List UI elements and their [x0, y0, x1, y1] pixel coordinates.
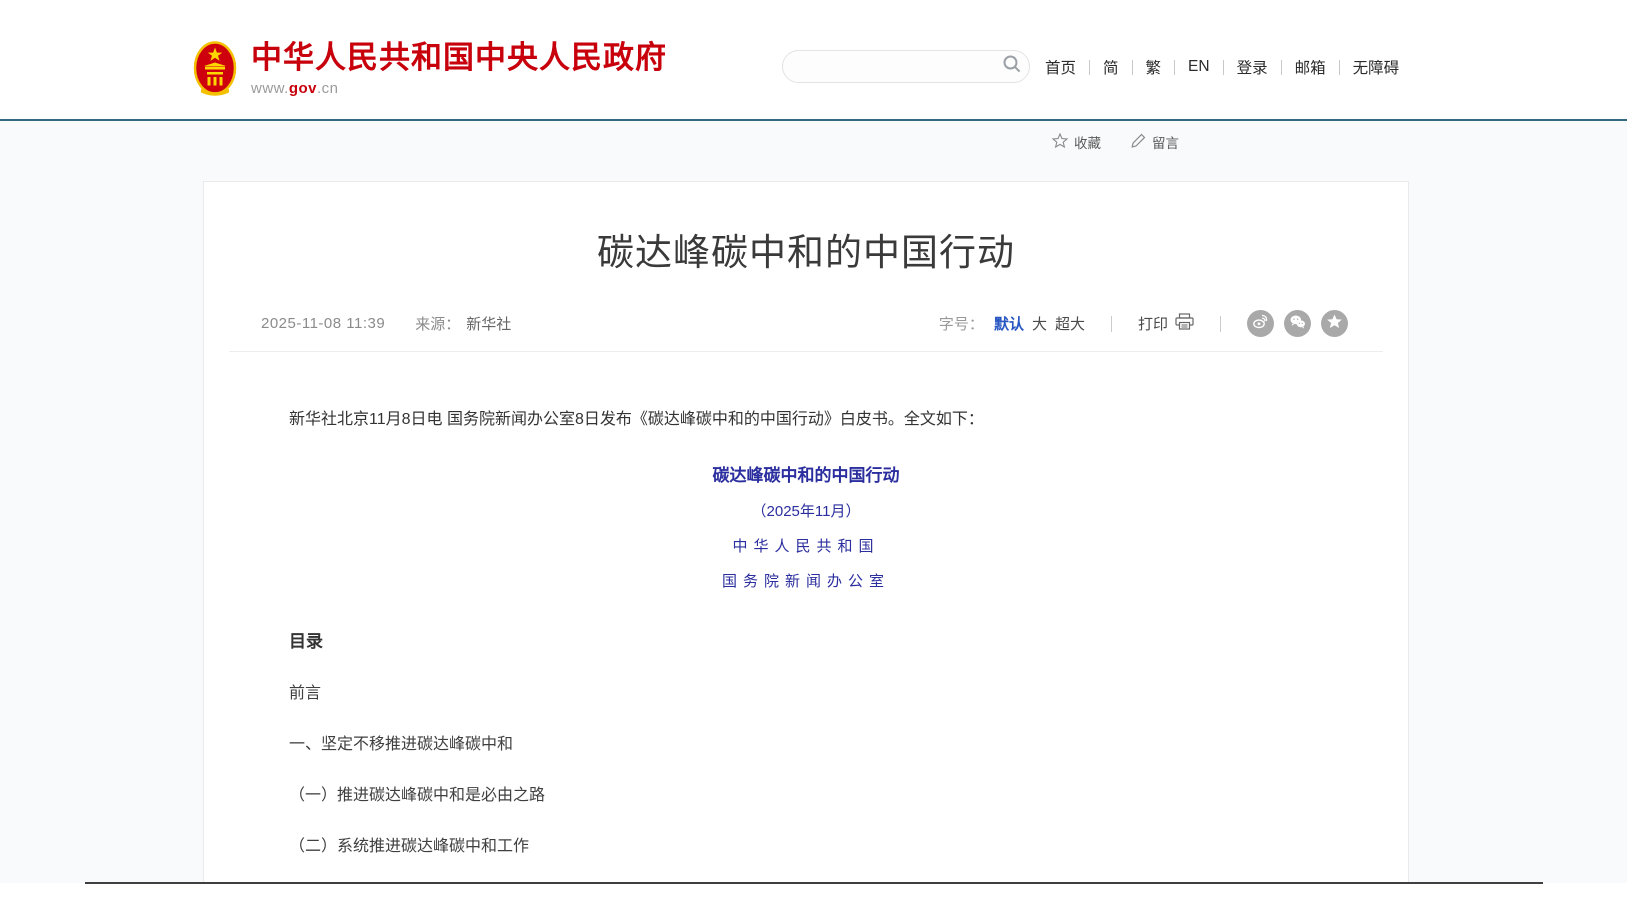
site-title: 中华人民共和国中央人民政府: [251, 40, 667, 76]
page: 中华人民共和国中央人民政府 www.gov.cn 首页 简 繁 EN 登录 邮箱: [0, 0, 1627, 915]
search-input[interactable]: [783, 59, 995, 75]
article-tools: 字号： 默认 大 超大 打印: [939, 310, 1348, 337]
quickbar: 收藏 留言: [1052, 132, 1179, 152]
top-nav: 首页 简 繁 EN 登录 邮箱 无障碍: [1045, 56, 1412, 78]
site-url-www: www.: [251, 80, 289, 97]
share-qzone-button[interactable]: [1321, 310, 1348, 337]
message-label: 留言: [1152, 132, 1179, 152]
nav-home[interactable]: 首页: [1045, 56, 1089, 78]
search-button[interactable]: [995, 50, 1029, 83]
font-size-xlarge-button[interactable]: 超大: [1055, 313, 1085, 334]
share-weibo-button[interactable]: [1247, 310, 1274, 337]
font-size-large-button[interactable]: 大: [1032, 313, 1047, 334]
source-label: 来源：: [415, 313, 460, 334]
article-title: 碳达峰碳中和的中国行动: [204, 222, 1408, 276]
nav-accessibility[interactable]: 无障碍: [1340, 56, 1413, 78]
weibo-icon: [1252, 313, 1269, 334]
viewport-bottom-edge: [85, 882, 1543, 884]
nav-mail[interactable]: 邮箱: [1282, 56, 1339, 78]
font-size-default-button[interactable]: 默认: [994, 313, 1024, 334]
source-value[interactable]: 新华社: [466, 313, 511, 334]
tools-separator: [1220, 316, 1221, 332]
page-background: 收藏 留言 碳达峰碳中和的中国行动 2025-11-08 11:39 来源： 新…: [0, 121, 1627, 883]
publish-datetime: 2025-11-08 11:39: [261, 315, 385, 332]
toc-item-1-1: （一）推进碳达峰碳中和是必由之路: [289, 781, 1323, 805]
tools-separator: [1111, 316, 1112, 332]
toc-heading: 目录: [289, 627, 1323, 652]
toc-item-preface: 前言: [289, 679, 1323, 703]
share-icons: [1247, 310, 1348, 337]
nav-english[interactable]: EN: [1175, 58, 1223, 76]
star-outline-icon: [1052, 133, 1068, 151]
site-header: 中华人民共和国中央人民政府 www.gov.cn 首页 简 繁 EN 登录 邮箱: [0, 0, 1627, 119]
whitepaper-issuer-office: 国务院新闻办公室: [289, 570, 1323, 591]
whitepaper-issuer-country: 中华人民共和国: [289, 535, 1323, 556]
share-wechat-button[interactable]: [1284, 310, 1311, 337]
toc-item-1: 一、坚定不移推进碳达峰碳中和: [289, 730, 1323, 754]
lead-paragraph: 新华社北京11月8日电 国务院新闻办公室8日发布《碳达峰碳中和的中国行动》白皮书…: [289, 407, 1323, 433]
document-body: 新华社北京11月8日电 国务院新闻办公室8日发布《碳达峰碳中和的中国行动》白皮书…: [289, 407, 1323, 883]
site-url: www.gov.cn: [251, 80, 667, 97]
font-size-label: 字号：: [939, 313, 984, 334]
favorite-link[interactable]: 收藏: [1052, 132, 1101, 152]
national-emblem-icon: [193, 40, 237, 103]
whitepaper-date: （2025年11月）: [289, 500, 1323, 521]
site-url-cn: .cn: [317, 80, 339, 97]
toc-item-1-2: （二）系统推进碳达峰碳中和工作: [289, 832, 1323, 856]
meta-divider: [229, 351, 1383, 352]
nav-login[interactable]: 登录: [1224, 56, 1281, 78]
site-logo[interactable]: 中华人民共和国中央人民政府 www.gov.cn: [193, 40, 667, 103]
nav-traditional[interactable]: 繁: [1133, 56, 1175, 78]
article-meta-row: 2025-11-08 11:39 来源： 新华社 字号： 默认 大 超大 打印: [261, 310, 1348, 337]
nav-simplified[interactable]: 简: [1090, 56, 1132, 78]
favorite-label: 收藏: [1074, 132, 1101, 152]
viewport-bottom-strip: [0, 883, 1627, 915]
printer-icon: [1175, 313, 1194, 334]
print-label: 打印: [1138, 313, 1168, 334]
article-card: 碳达峰碳中和的中国行动 2025-11-08 11:39 来源： 新华社 字号：…: [203, 181, 1409, 883]
site-url-gov: gov: [289, 80, 317, 97]
message-link[interactable]: 留言: [1131, 132, 1179, 152]
wechat-icon: [1289, 313, 1306, 334]
pen-icon: [1131, 133, 1146, 151]
print-button[interactable]: 打印: [1138, 313, 1194, 334]
search-box: [782, 50, 1030, 83]
star-circle-icon: [1326, 313, 1343, 334]
whitepaper-title: 碳达峰碳中和的中国行动: [289, 461, 1323, 486]
search-icon: [1002, 54, 1022, 79]
logo-text-block: 中华人民共和国中央人民政府 www.gov.cn: [251, 40, 667, 97]
